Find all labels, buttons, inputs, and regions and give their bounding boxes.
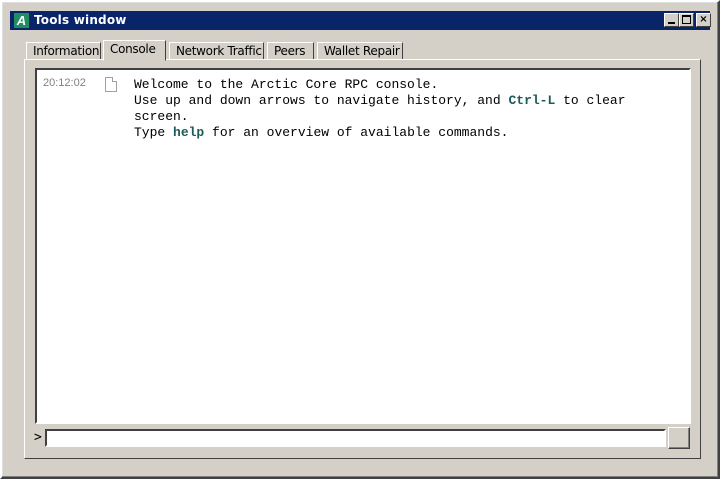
maximize-icon bbox=[682, 15, 691, 24]
command-input[interactable] bbox=[45, 429, 666, 447]
tab-label: Network Traffic bbox=[176, 44, 262, 58]
prompt-chevron-icon: > bbox=[34, 430, 42, 445]
window-title: Tools window bbox=[34, 13, 127, 27]
tab-network-traffic[interactable]: Network Traffic bbox=[169, 42, 264, 60]
message-text: to clear bbox=[555, 93, 626, 108]
shortcut-keyword: Ctrl-L bbox=[508, 93, 556, 108]
tab-information[interactable]: Information bbox=[26, 42, 101, 60]
help-keyword: help bbox=[173, 125, 205, 140]
message-line: Type help for an overview of available c… bbox=[134, 125, 674, 141]
message-text: Type bbox=[134, 125, 174, 140]
tab-peers[interactable]: Peers bbox=[267, 42, 314, 60]
entry-timestamp: 20:12:02 bbox=[43, 77, 86, 89]
minimize-icon bbox=[668, 22, 675, 24]
entry-message: Welcome to the Arctic Core RPC console. … bbox=[134, 77, 674, 141]
close-icon: × bbox=[699, 14, 708, 25]
console-output[interactable]: 20:12:02 Welcome to the Arctic Core RPC … bbox=[35, 68, 691, 424]
message-text: for an overview of available commands. bbox=[204, 125, 509, 140]
tab-console[interactable]: Console bbox=[103, 40, 166, 61]
minimize-button[interactable] bbox=[664, 13, 679, 27]
document-icon bbox=[105, 77, 117, 92]
tools-window: A Tools window × Information Console Net… bbox=[0, 0, 720, 479]
tab-label: Wallet Repair bbox=[324, 44, 400, 58]
message-line: Use up and down arrows to navigate histo… bbox=[134, 93, 674, 109]
tab-wallet-repair[interactable]: Wallet Repair bbox=[317, 42, 403, 60]
tab-label: Console bbox=[110, 42, 156, 56]
tab-label: Peers bbox=[274, 44, 306, 58]
message-line: Welcome to the Arctic Core RPC console. bbox=[134, 77, 439, 92]
message-line: screen. bbox=[134, 109, 189, 124]
app-logo-icon: A bbox=[14, 13, 29, 28]
clear-console-button[interactable] bbox=[668, 427, 690, 449]
title-bar[interactable]: A Tools window × bbox=[10, 11, 711, 30]
close-button[interactable]: × bbox=[696, 13, 711, 27]
tab-label: Information bbox=[33, 44, 100, 58]
message-text: Use up and down arrows to navigate histo… bbox=[134, 93, 509, 108]
maximize-button[interactable] bbox=[679, 13, 694, 27]
